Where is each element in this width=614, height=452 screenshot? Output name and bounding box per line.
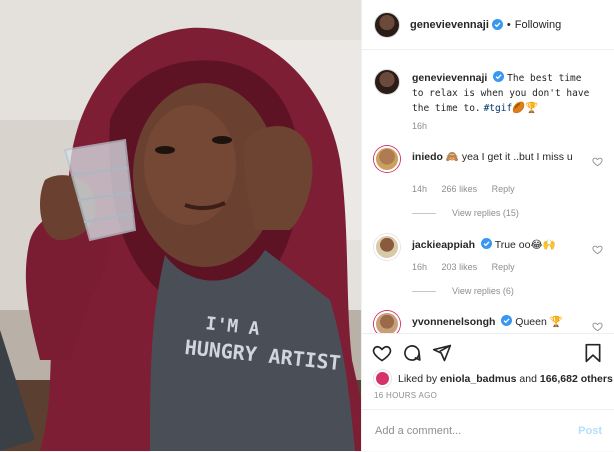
comment-time[interactable]: 16h [412,262,427,272]
caption-meta: 16h [412,121,439,131]
comment-avatar[interactable] [374,311,400,333]
caption-username[interactable]: genevievennaji [412,72,487,84]
heart-icon[interactable] [592,156,603,167]
comment-meta: 16h 203 likes Reply [412,262,527,272]
view-replies-label[interactable]: View replies (6) [452,286,514,296]
comments-list[interactable]: genevievennaji The best time to relax is… [362,51,614,333]
comment-username[interactable]: jackieappiah [412,239,475,251]
comment-item: iniedo 🙈 yea I get it ..but I miss u 14h… [374,146,609,226]
caption-text-block: genevievennaji The best time to relax is… [412,71,590,116]
post-photo-illustration: I'M A HUNGRY ARTIST [0,0,361,451]
view-replies-label[interactable]: View replies (15) [452,208,519,218]
post-actions: Liked by eniola_badmus and 166,682 other… [362,333,614,451]
view-replies[interactable]: View replies (6) [412,286,514,296]
comment-input[interactable] [375,425,579,437]
comment-text: 🙈 yea I get it ..but I miss u [445,151,573,163]
action-icons-row [372,343,607,365]
verified-badge-icon [491,19,503,30]
comment-item: yvonnenelsongh Queen 🏆 [374,311,609,333]
bookmark-icon[interactable] [583,343,603,363]
liked-by-user[interactable]: eniola_badmus [440,373,516,385]
liked-by: Liked by eniola_badmus and 166,682 other… [374,370,613,387]
reply-button[interactable]: Reply [492,184,515,194]
liked-by-prefix: Liked by [398,372,438,385]
caption-hashtag[interactable]: #tgif [484,103,513,114]
comment-likes[interactable]: 203 likes [442,262,478,272]
share-icon[interactable] [432,343,452,363]
liked-by-and: and [519,372,537,385]
comment-meta: 14h 266 likes Reply [412,184,527,194]
liked-by-count[interactable]: 166,682 others [540,373,613,385]
post-comment-button[interactable]: Post [578,425,602,437]
comment-text-block: iniedo 🙈 yea I get it ..but I miss u [412,150,590,164]
following-button[interactable]: Following [515,19,561,31]
liker-avatar[interactable] [374,370,391,387]
comment-avatar[interactable] [374,234,400,260]
author-username[interactable]: genevievennaji [410,19,489,31]
caption-avatar[interactable] [374,69,400,95]
reply-button[interactable]: Reply [492,262,515,272]
comment-text-block: yvonnenelsongh Queen 🏆 [412,315,590,329]
comment-likes[interactable]: 266 likes [442,184,478,194]
add-comment-bar: Post [362,409,614,452]
verified-badge-icon [493,71,505,82]
comment-text: Queen 🏆 [515,316,563,328]
comment-icon[interactable] [402,343,422,363]
post-photo[interactable]: I'M A HUNGRY ARTIST [0,0,361,451]
verified-badge-icon [501,315,513,326]
heart-icon[interactable] [592,244,603,255]
caption-time[interactable]: 16h [412,121,427,131]
caption-item: genevievennaji The best time to relax is… [374,69,609,139]
verified-badge-icon [480,238,492,249]
view-replies[interactable]: View replies (15) [412,208,519,218]
instagram-post-modal: I'M A HUNGRY ARTIST genevievennaji • Fol… [0,0,614,451]
caption-emoji: 🏉🏆 [512,102,539,114]
heart-icon[interactable] [372,343,392,363]
comment-username[interactable]: iniedo [412,151,443,163]
comment-username[interactable]: yvonnenelsongh [412,316,495,328]
post-timestamp[interactable]: 16 HOURS AGO [374,391,437,400]
post-side-panel: genevievennaji • Following genevievennaj… [361,0,614,451]
author-avatar[interactable] [374,11,400,38]
post-header: genevievennaji • Following [362,0,614,50]
comment-text-block: jackieappiah True oo😂🙌 [412,238,590,252]
replies-divider [412,290,436,292]
heart-icon[interactable] [592,321,603,332]
comment-item: jackieappiah True oo😂🙌 16h 203 likes Rep… [374,234,609,314]
comment-time[interactable]: 14h [412,184,427,194]
header-separator: • [506,18,511,31]
comment-avatar[interactable] [374,146,400,172]
comment-text: True oo😂🙌 [494,239,556,251]
replies-divider [412,212,436,214]
